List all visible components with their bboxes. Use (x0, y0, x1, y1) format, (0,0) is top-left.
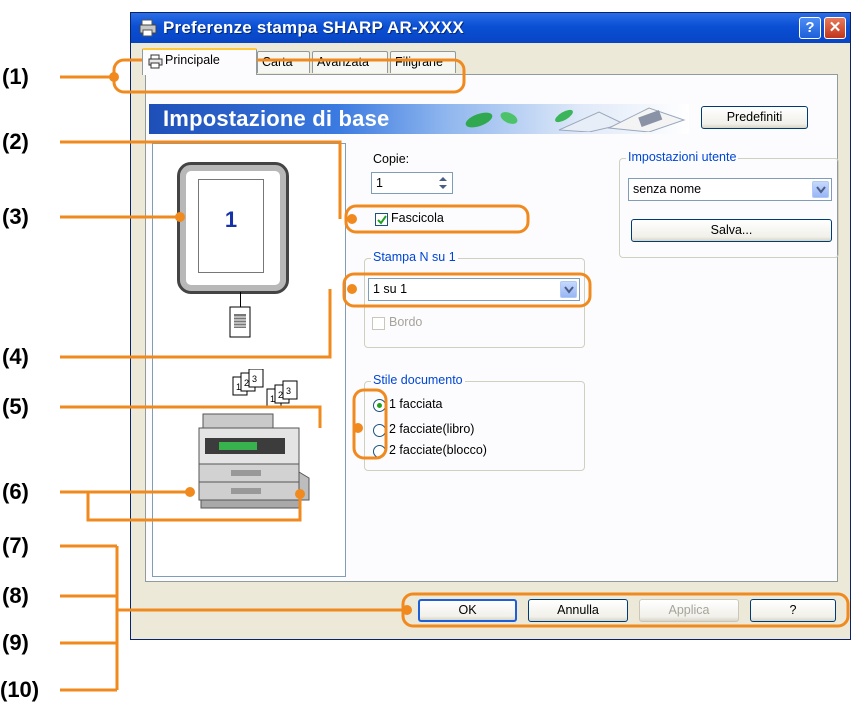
radio-one-sided-label: 1 facciata (389, 397, 443, 411)
copier-machine-icon (198, 413, 310, 509)
chevron-down-icon[interactable] (812, 181, 829, 198)
user-settings-dropdown[interactable]: senza nome (628, 178, 832, 201)
svg-text:1: 1 (236, 382, 241, 392)
border-checkbox[interactable] (372, 317, 385, 330)
callout-4: (4) (2, 344, 29, 369)
copies-label: Copie: (373, 152, 410, 166)
callout-7: (7) (2, 533, 29, 558)
tab-carta-label: Carta (262, 55, 293, 69)
svg-text:3: 3 (252, 374, 257, 384)
tab-principale[interactable]: Principale (142, 48, 257, 75)
checkmark-icon (377, 215, 387, 225)
multiple-copies-icon: 1 2 3 1 2 3 (232, 369, 298, 408)
page-number: 1 (224, 207, 238, 232)
callout-1: (1) (2, 64, 29, 89)
tab-filigrane-label: Filigrane (395, 55, 443, 69)
spinner-arrows-icon[interactable] (437, 175, 449, 191)
printer-tab-icon (148, 54, 163, 69)
n-up-title: Stampa N su 1 (371, 250, 458, 264)
border-label: Bordo (389, 315, 423, 329)
callout-3: (3) (2, 204, 29, 229)
ok-button[interactable]: OK (418, 599, 517, 622)
banner-decoration-icon (465, 107, 686, 132)
user-settings-title: Impostazioni utente (626, 150, 739, 164)
callout-6: (6) (2, 479, 29, 504)
callout-8: (8) (2, 583, 29, 608)
defaults-button[interactable]: Predefiniti (701, 106, 808, 129)
user-settings-group: Impostazioni utente (619, 150, 839, 258)
tab-avanzata[interactable]: Avanzata (312, 51, 388, 73)
copies-stepper[interactable]: 1 (371, 172, 453, 194)
section-banner: Impostazione di base (149, 104, 689, 134)
tab-avanzata-label: Avanzata (317, 55, 369, 69)
page-thumbnail: 1 (198, 179, 264, 273)
svg-text:3: 3 (286, 386, 291, 396)
apply-button[interactable]: Applica (639, 599, 739, 622)
svg-text:1: 1 (270, 394, 275, 404)
tab-filigrane[interactable]: Filigrane (390, 51, 456, 73)
preview-pane: 1 1 2 3 1 2 3 (152, 143, 346, 577)
radio-one-sided[interactable] (373, 399, 386, 412)
copies-value: 1 (376, 176, 383, 190)
collate-checkbox[interactable] (375, 213, 388, 226)
window-title: Preferenze stampa SHARP AR-XXXX (163, 18, 464, 37)
close-icon[interactable]: ✕ (824, 17, 846, 39)
svg-text:2: 2 (244, 378, 249, 388)
tab-principale-label: Principale (165, 53, 220, 67)
radio-selected-dot (377, 403, 382, 408)
collate-label: Fascicola (391, 211, 444, 225)
callout-10: (10) (0, 677, 40, 702)
callout-9: (9) (2, 630, 29, 655)
n-up-dropdown[interactable]: 1 su 1 (368, 278, 580, 301)
radio-two-sided-tablet-label: 2 facciate(blocco) (389, 443, 487, 457)
user-settings-value: senza nome (633, 182, 702, 196)
help-button[interactable]: ? (750, 599, 836, 622)
cancel-button[interactable]: Annulla (528, 599, 628, 622)
document-icon (229, 306, 251, 338)
radio-two-sided-book-label: 2 facciate(libro) (389, 422, 475, 436)
printer-icon (139, 19, 157, 37)
svg-text:2: 2 (278, 390, 283, 400)
save-settings-button[interactable]: Salva... (631, 219, 832, 242)
callout-2: (2) (2, 129, 29, 154)
n-up-group: Stampa N su 1 (364, 250, 585, 348)
callout-5: (5) (2, 394, 29, 419)
title-help-button[interactable]: ? (799, 17, 821, 39)
tab-carta[interactable]: Carta (257, 51, 310, 73)
radio-two-sided-book[interactable] (373, 424, 386, 437)
chevron-down-icon[interactable] (560, 281, 577, 298)
radio-two-sided-tablet[interactable] (373, 445, 386, 458)
title-bar[interactable]: Preferenze stampa SHARP AR-XXXX ? ✕ (131, 13, 850, 43)
n-up-value: 1 su 1 (373, 282, 408, 296)
page-preview-frame: 1 (177, 162, 289, 294)
document-style-title: Stile documento (371, 373, 465, 387)
banner-title: Impostazione di base (163, 106, 390, 131)
